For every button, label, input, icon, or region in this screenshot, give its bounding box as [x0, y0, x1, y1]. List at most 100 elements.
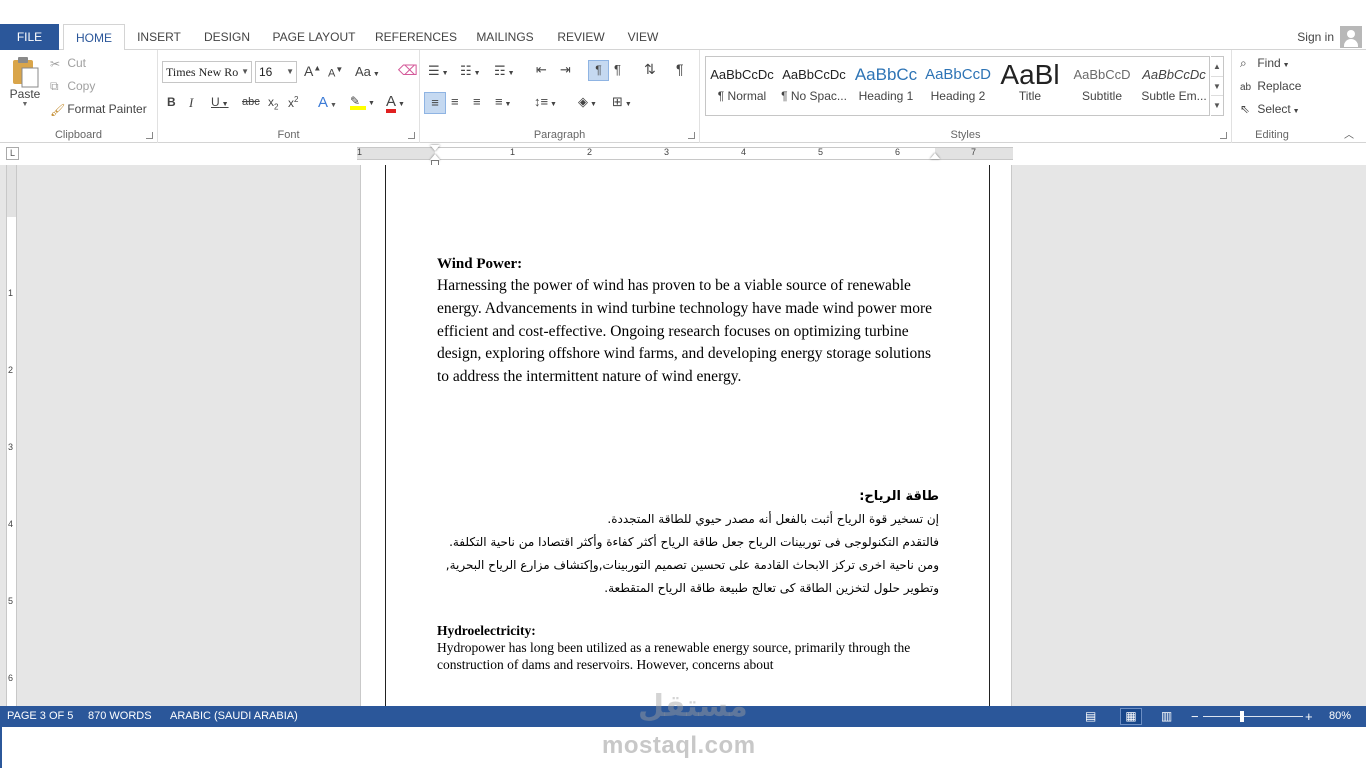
- paragraph-launcher-icon[interactable]: [688, 132, 695, 139]
- change-case-button[interactable]: Aa ▼: [355, 64, 380, 79]
- web-layout-icon[interactable]: ▥: [1161, 706, 1172, 727]
- copy-button[interactable]: ⧉ Copy: [50, 79, 95, 94]
- text-effects-button[interactable]: A ▼: [318, 94, 337, 111]
- rtl-direction-button[interactable]: ¶: [614, 62, 621, 77]
- strikethrough-button[interactable]: abc: [242, 96, 260, 108]
- underline-button[interactable]: U ▼: [211, 95, 229, 109]
- chevron-down-icon[interactable]: ▼: [1211, 76, 1223, 95]
- style-sample: AaBbCcDc: [710, 67, 774, 82]
- style-title[interactable]: AaBl Title: [994, 61, 1066, 113]
- clear-formatting-button[interactable]: ⌫: [398, 62, 418, 79]
- cut-label: Cut: [67, 56, 87, 70]
- style-heading-2[interactable]: AaBbCcD Heading 2: [922, 61, 994, 113]
- borders-button[interactable]: ⊞ ▼: [612, 94, 632, 110]
- subscript-button[interactable]: x2: [268, 95, 278, 111]
- change-case-icon: Aa: [355, 64, 371, 79]
- user-avatar-icon[interactable]: [1340, 26, 1362, 48]
- pilcrow-icon: ¶: [676, 61, 684, 77]
- font-size-select[interactable]: 16 ▼: [255, 61, 297, 83]
- show-marks-button[interactable]: ¶: [676, 61, 684, 77]
- tab-home[interactable]: HOME: [63, 24, 125, 51]
- style-no-spacing[interactable]: AaBbCcDc ¶ No Spac...: [778, 61, 850, 113]
- tab-file[interactable]: FILE: [0, 24, 59, 50]
- ruler-number: 3: [8, 442, 14, 452]
- zoom-slider-thumb[interactable]: [1240, 711, 1244, 722]
- grow-font-button[interactable]: A▲: [304, 63, 321, 79]
- bullets-button[interactable]: ☰ ▼: [428, 63, 449, 79]
- document-page[interactable]: Wind Power: Harnessing the power of wind…: [360, 165, 1012, 706]
- format-painter-button[interactable]: 🖌 Format Painter: [50, 102, 147, 117]
- right-indent-marker[interactable]: [930, 153, 940, 159]
- styles-launcher-icon[interactable]: [1220, 132, 1227, 139]
- style-name: ¶ Normal: [717, 89, 767, 103]
- ltr-direction-button[interactable]: ¶: [588, 60, 609, 81]
- ruler-number: 1: [8, 288, 14, 298]
- bold-button[interactable]: B: [167, 95, 176, 109]
- underline-icon: U: [211, 95, 220, 109]
- document-workspace[interactable]: 1 2 3 4 5 6 Wind Power: Harnessing the p…: [0, 165, 1366, 706]
- font-family-select[interactable]: Times New Ro ▼: [162, 61, 252, 83]
- style-subtle-emphasis[interactable]: AaBbCcDc Subtle Em...: [1138, 61, 1210, 113]
- decrease-indent-button[interactable]: ⇤: [536, 62, 547, 78]
- replace-button[interactable]: ab Replace: [1240, 79, 1301, 93]
- tab-view[interactable]: VIEW: [618, 24, 668, 50]
- italic-button[interactable]: I: [189, 95, 193, 111]
- cut-button[interactable]: ✂ Cut: [50, 56, 86, 71]
- sort-button[interactable]: ⇅: [644, 61, 656, 78]
- font-launcher-icon[interactable]: [408, 132, 415, 139]
- clipboard-launcher-icon[interactable]: [146, 132, 153, 139]
- page-count-status[interactable]: PAGE 3 OF 5: [7, 706, 73, 727]
- clipboard-group-label: Clipboard: [54, 129, 103, 141]
- word-count-status[interactable]: 870 WORDS: [88, 706, 152, 727]
- align-center-button[interactable]: ≡: [451, 94, 459, 109]
- style-heading-1[interactable]: AaBbCc Heading 1: [850, 61, 922, 113]
- numbering-button[interactable]: ☷ ▼: [460, 63, 481, 79]
- tab-insert[interactable]: INSERT: [130, 24, 188, 50]
- highlighter-icon: ✎: [350, 94, 366, 110]
- heading-wind-power-arabic: طاقة الرياح:: [859, 488, 939, 504]
- print-layout-icon[interactable]: ▦: [1120, 708, 1142, 725]
- first-line-indent-marker[interactable]: [430, 145, 440, 151]
- sign-in-link[interactable]: Sign in: [1297, 24, 1334, 50]
- shrink-font-button[interactable]: A▼: [328, 65, 343, 80]
- increase-indent-button[interactable]: ⇥: [560, 62, 571, 78]
- zoom-in-icon[interactable]: +: [1305, 706, 1313, 727]
- styles-gallery-scroll[interactable]: ▲ ▼ ▼: [1211, 56, 1224, 116]
- document-content[interactable]: Wind Power: Harnessing the power of wind…: [437, 253, 939, 673]
- editing-group: ⌕ Find ▼ ab Replace ⇖ Select ▼ Editing: [1232, 50, 1312, 143]
- select-button[interactable]: ⇖ Select ▼: [1240, 102, 1300, 116]
- chevron-up-icon[interactable]: ▲: [1211, 57, 1223, 76]
- shading-button[interactable]: ◈ ▼: [578, 94, 597, 110]
- font-color-button[interactable]: A ▼: [386, 94, 405, 113]
- style-sample: AaBbCcDc: [782, 67, 846, 82]
- highlight-button[interactable]: ✎ ▼: [350, 94, 375, 110]
- font-color-icon: A: [386, 94, 397, 113]
- align-left-button[interactable]: ≡: [424, 92, 446, 114]
- vertical-ruler[interactable]: 1 2 3 4 5 6: [6, 165, 17, 706]
- zoom-out-icon[interactable]: −: [1191, 706, 1199, 727]
- tab-design[interactable]: DESIGN: [196, 24, 258, 50]
- find-button[interactable]: ⌕ Find ▼: [1240, 56, 1290, 71]
- zoom-slider[interactable]: [1203, 716, 1303, 717]
- collapse-ribbon-icon[interactable]: ︿: [1344, 126, 1354, 141]
- horizontal-ruler[interactable]: 1 1 2 3 4 5 6 7: [357, 145, 1013, 166]
- style-normal[interactable]: AaBbCcDc ¶ Normal: [706, 61, 778, 113]
- tab-selector-icon[interactable]: L: [6, 147, 19, 160]
- tab-review[interactable]: REVIEW: [552, 24, 610, 50]
- format-painter-label: Format Painter: [67, 102, 147, 116]
- ruler-number: 1: [510, 147, 516, 157]
- line-spacing-button[interactable]: ↕≡ ▼: [534, 94, 557, 109]
- tab-page-layout[interactable]: PAGE LAYOUT: [266, 24, 362, 50]
- language-status[interactable]: ARABIC (SAUDI ARABIA): [170, 706, 298, 727]
- style-subtitle[interactable]: AaBbCcD Subtitle: [1066, 61, 1138, 113]
- align-right-button[interactable]: ≡: [473, 94, 481, 109]
- more-styles-icon[interactable]: ▼: [1211, 95, 1223, 114]
- read-mode-icon[interactable]: ▤: [1085, 706, 1096, 727]
- zoom-level[interactable]: 80%: [1329, 706, 1351, 727]
- multilevel-list-button[interactable]: ☶ ▼: [494, 63, 515, 79]
- tab-references[interactable]: REFERENCES: [372, 24, 460, 50]
- paste-button[interactable]: Paste ▼: [6, 56, 44, 108]
- tab-mailings[interactable]: MAILINGS: [468, 24, 542, 50]
- justify-button[interactable]: ≡ ▼: [495, 94, 511, 109]
- superscript-button[interactable]: x2: [288, 95, 298, 110]
